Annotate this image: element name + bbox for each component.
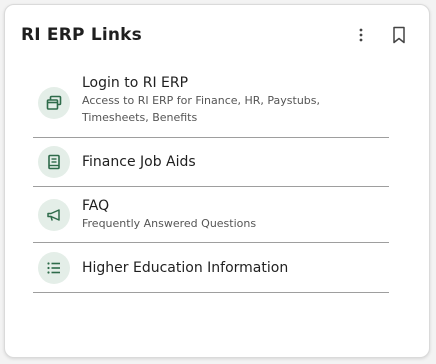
more-vertical-icon <box>359 28 363 42</box>
link-text: FAQ Frequently Answered Questions <box>82 197 256 232</box>
link-icon-wrapper <box>38 251 70 284</box>
link-login-ri-erp[interactable]: Login to RI ERP Access to RI ERP for Fin… <box>33 69 389 138</box>
link-title: Higher Education Information <box>82 259 289 276</box>
card-title: RI ERP Links <box>21 25 143 45</box>
link-description-line1: Frequently Answered Questions <box>82 217 257 230</box>
links-list: Login to RI ERP Access to RI ERP for Fin… <box>33 69 389 293</box>
list-icon <box>47 261 60 274</box>
book-icon <box>48 154 60 170</box>
megaphone-icon <box>47 208 60 221</box>
link-icon-wrapper <box>38 198 70 231</box>
link-finance-job-aids[interactable]: Finance Job Aids <box>33 138 389 187</box>
card-header: RI ERP Links <box>21 19 413 51</box>
link-title: Login to RI ERP <box>82 75 189 91</box>
link-title: FAQ <box>82 198 110 214</box>
link-title: Finance Job Aids <box>82 154 196 170</box>
link-text: Higher Education Information <box>82 259 288 277</box>
link-faq[interactable]: FAQ Frequently Answered Questions <box>33 187 389 243</box>
bookmark-icon <box>393 26 405 44</box>
link-text: Login to RI ERP Access to RI ERP for Fin… <box>82 74 320 126</box>
link-icon-wrapper <box>38 146 70 178</box>
windows-icon <box>46 95 62 110</box>
erp-links-card: RI ERP Links Login to RI ERP Access to R… <box>4 4 430 358</box>
more-options-button[interactable] <box>347 21 375 49</box>
link-description-line1: Access to RI ERP for Finance, HR, Paystu… <box>82 94 321 107</box>
link-description-line2: Timesheets, Benefits <box>82 111 198 124</box>
link-higher-education-information[interactable]: Higher Education Information <box>33 243 389 293</box>
bookmark-button[interactable] <box>385 21 413 49</box>
link-icon-wrapper <box>38 87 70 119</box>
link-text: Finance Job Aids <box>82 153 196 171</box>
